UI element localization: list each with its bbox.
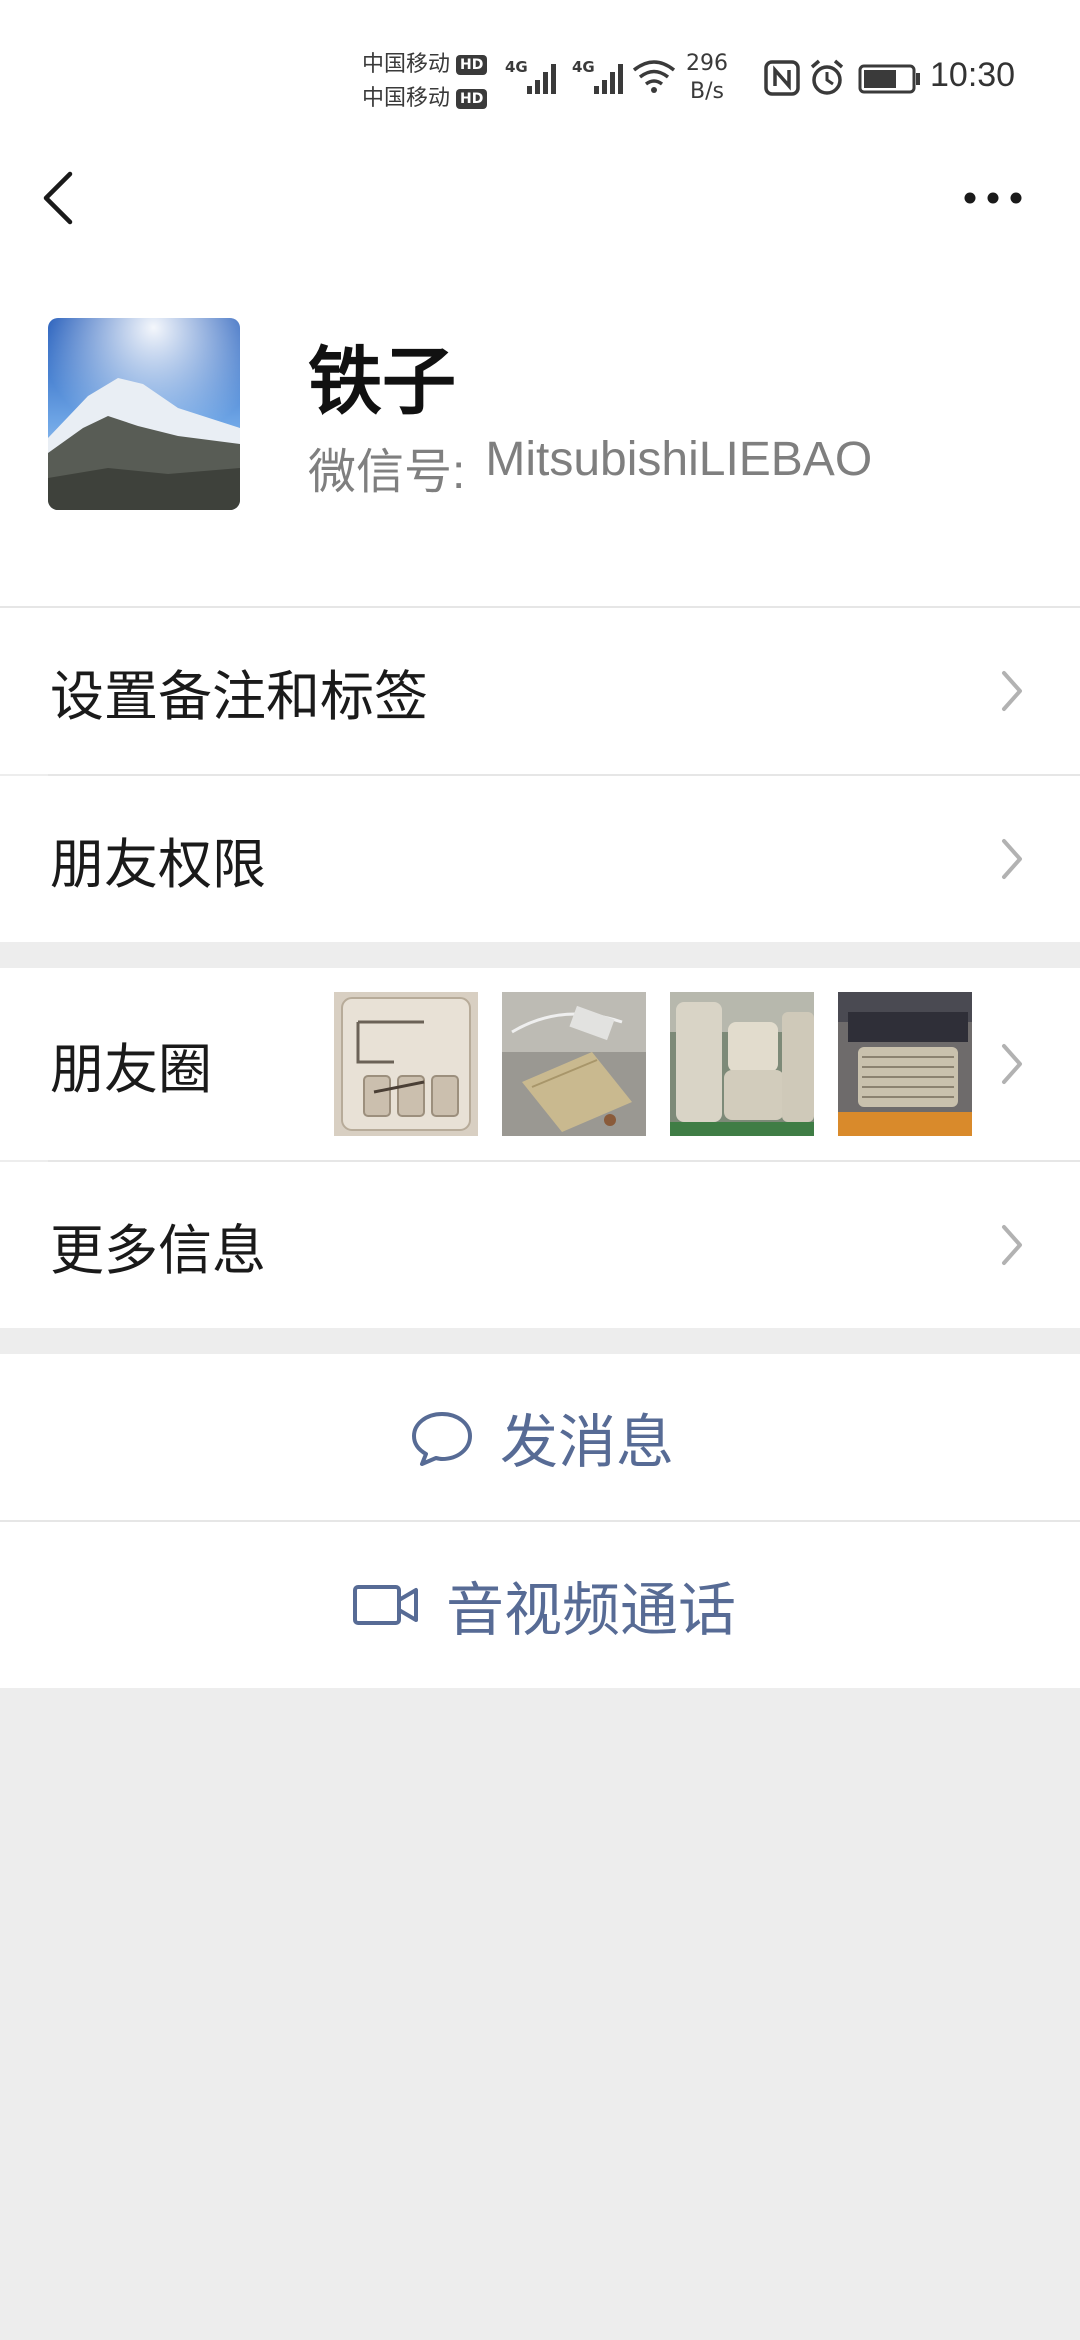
- wechat-id-row: 微信号: MitsubishiLIEBAO: [308, 432, 872, 502]
- more-info-cell[interactable]: 更多信息: [0, 1162, 1080, 1328]
- alarm-icon: [808, 58, 846, 102]
- avatar-mountain-image: [48, 318, 240, 510]
- network-speed-unit: B/s: [690, 79, 724, 104]
- moments-thumbnail[interactable]: [838, 992, 972, 1136]
- video-call-label: 音视频通话: [446, 1576, 737, 1644]
- moments-photo-4: [838, 992, 972, 1136]
- status-bar: 中国移动 HD 中国移动 HD 4G 4G 296 B/s 10:30: [0, 0, 1080, 150]
- wechat-id-value: MitsubishiLIEBAO: [485, 433, 873, 486]
- battery-icon: [858, 58, 922, 102]
- send-message-label: 发消息: [500, 1408, 675, 1476]
- wifi-icon: [632, 58, 676, 102]
- remark-and-tags-cell[interactable]: 设置备注和标签: [0, 608, 1080, 774]
- chevron-right-icon: [1002, 671, 1022, 711]
- moments-thumbnail[interactable]: [502, 992, 646, 1136]
- moments-label: 朋友圈: [50, 1037, 212, 1101]
- send-message-button[interactable]: 发消息: [0, 1354, 1080, 1520]
- moments-photo-1: [334, 992, 478, 1136]
- ellipsis-icon: [964, 192, 1022, 204]
- friend-permissions-cell[interactable]: 朋友权限: [0, 776, 1080, 942]
- wechat-id-label: 微信号:: [308, 446, 466, 499]
- status-clock: 10:30: [930, 56, 1016, 94]
- carrier-info: 中国移动 HD 中国移动 HD: [362, 48, 488, 116]
- remark-and-tags-label: 设置备注和标签: [50, 664, 428, 728]
- more-options-button[interactable]: [960, 180, 1030, 216]
- chevron-right-icon: [1002, 1044, 1022, 1084]
- chat-bubble-icon: [412, 1412, 472, 1466]
- video-call-button[interactable]: 音视频通话: [0, 1522, 1080, 1688]
- nfc-icon: [764, 58, 800, 102]
- friend-permissions-label: 朋友权限: [50, 832, 266, 896]
- moments-thumbnail[interactable]: [670, 992, 814, 1136]
- more-info-label: 更多信息: [50, 1218, 266, 1282]
- moments-thumbnail[interactable]: [334, 992, 478, 1136]
- chevron-right-icon: [1002, 1225, 1022, 1265]
- moments-photo-2: [502, 992, 646, 1136]
- carrier-name-2: 中国移动: [362, 86, 451, 111]
- hd-badge-2: HD: [456, 89, 488, 109]
- avatar[interactable]: [48, 318, 240, 510]
- network-speed: 296 B/s: [686, 50, 728, 106]
- network-speed-value: 296: [686, 51, 728, 76]
- chevron-left-icon: [43, 171, 73, 225]
- back-button[interactable]: [36, 168, 86, 228]
- chevron-right-icon: [1002, 839, 1022, 879]
- video-camera-icon: [353, 1585, 418, 1625]
- profile-name: 铁子: [308, 339, 456, 425]
- moments-photo-3: [670, 992, 814, 1136]
- hd-badge-1: HD: [456, 55, 488, 75]
- carrier-name-1: 中国移动: [362, 52, 451, 77]
